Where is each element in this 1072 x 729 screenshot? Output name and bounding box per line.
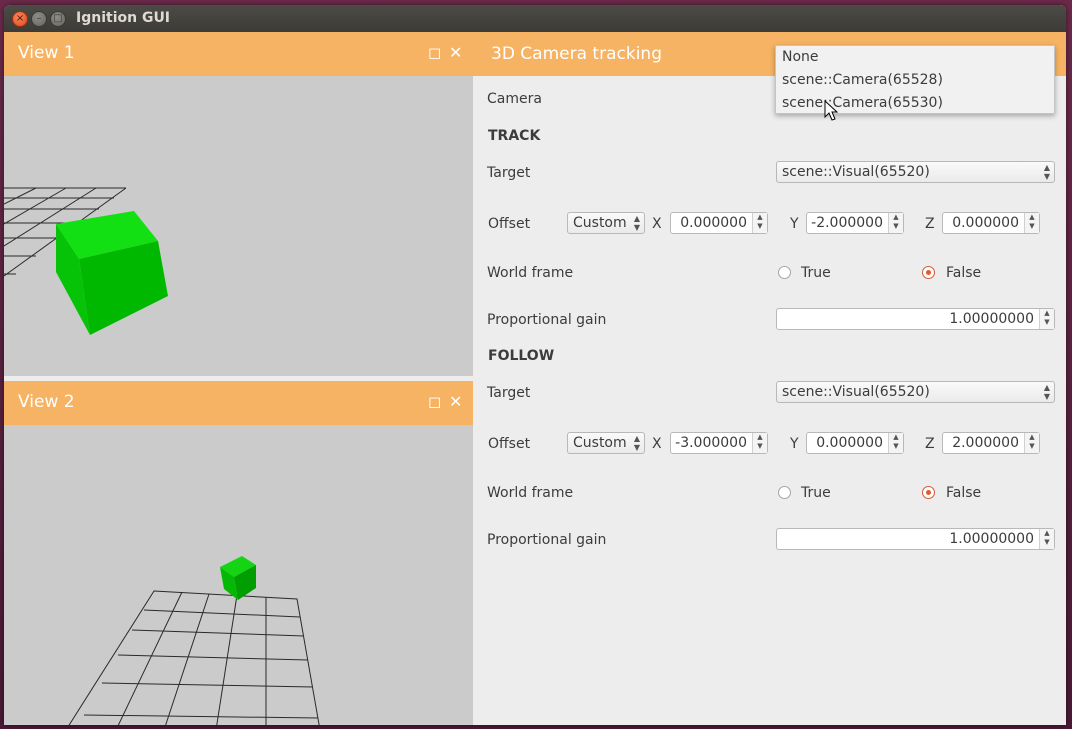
follow-world-frame-label: World frame	[487, 485, 574, 501]
spin-arrows-icon[interactable]: ▲ ▼	[752, 213, 767, 233]
view1-close-icon[interactable]: ✕	[449, 43, 462, 63]
follow-heading: FOLLOW	[488, 348, 555, 364]
follow-target-select[interactable]: scene::Visual(65520) ▲ ▼	[776, 381, 1055, 403]
view2-header: View 2 ◻ ✕	[4, 381, 473, 425]
spin-arrows-icon[interactable]: ▲ ▼	[888, 213, 903, 233]
track-z-spinbox[interactable]: 0.000000 ▲ ▼	[942, 212, 1040, 234]
window-minimize-button[interactable]: –	[31, 11, 47, 27]
track-y-value: -2.000000	[811, 215, 883, 231]
follow-true-label[interactable]: True	[801, 485, 831, 501]
track-y-spinbox[interactable]: -2.000000 ▲ ▼	[806, 212, 904, 234]
camera-option-65528[interactable]: scene::Camera(65528)	[782, 72, 943, 88]
track-heading: TRACK	[488, 128, 541, 144]
green-cube	[56, 211, 168, 335]
track-target-select[interactable]: scene::Visual(65520) ▲ ▼	[776, 161, 1055, 183]
follow-y-spinbox[interactable]: 0.000000 ▲ ▼	[806, 432, 904, 454]
follow-gain-label: Proportional gain	[487, 532, 607, 548]
main-window: × – □ Ignition GUI View 1 ◻ ✕ View 2 ◻ ✕…	[4, 5, 1066, 725]
track-x-spinbox[interactable]: 0.000000 ▲ ▼	[670, 212, 768, 234]
follow-z-label: Z	[925, 436, 935, 452]
track-world-frame-label: World frame	[487, 265, 574, 281]
view2-pane: View 2 ◻ ✕	[4, 381, 473, 725]
combo-arrows-icon: ▲ ▼	[633, 214, 640, 232]
mouse-cursor-icon	[824, 100, 838, 121]
track-world-frame-true-radio[interactable]	[778, 266, 791, 279]
follow-world-frame-false-radio[interactable]	[922, 486, 935, 499]
track-x-label: X	[652, 216, 662, 232]
track-false-label[interactable]: False	[946, 265, 981, 281]
view1-header: View 1 ◻ ✕	[4, 32, 473, 76]
track-y-label: Y	[790, 216, 799, 232]
combo-arrows-icon: ▲ ▼	[1043, 383, 1050, 401]
panel-title: 3D Camera tracking	[491, 44, 662, 64]
title-bar[interactable]: × – □ Ignition GUI	[4, 5, 1066, 32]
follow-world-frame-true-radio[interactable]	[778, 486, 791, 499]
window-maximize-button[interactable]: □	[50, 11, 66, 27]
track-x-value: 0.000000	[680, 215, 747, 231]
window-close-button[interactable]: ×	[12, 11, 28, 27]
follow-x-spinbox[interactable]: -3.000000 ▲ ▼	[670, 432, 768, 454]
follow-x-value: -3.000000	[675, 435, 747, 451]
view2-close-icon[interactable]: ✕	[449, 392, 462, 412]
view1-viewport[interactable]	[4, 76, 473, 376]
spin-arrows-icon[interactable]: ▲ ▼	[1039, 529, 1054, 549]
follow-z-spinbox[interactable]: 2.000000 ▲ ▼	[942, 432, 1040, 454]
follow-gain-value: 1.00000000	[949, 531, 1034, 547]
follow-target-label: Target	[487, 385, 531, 401]
spin-arrows-icon[interactable]: ▲ ▼	[1039, 309, 1054, 329]
follow-z-value: 2.000000	[952, 435, 1019, 451]
follow-x-label: X	[652, 436, 662, 452]
track-z-value: 0.000000	[952, 215, 1019, 231]
view2-viewport[interactable]	[4, 425, 473, 725]
window-title: Ignition GUI	[76, 10, 171, 26]
view2-title: View 2	[18, 392, 75, 412]
spin-arrows-icon[interactable]: ▲ ▼	[888, 433, 903, 453]
follow-y-value: 0.000000	[816, 435, 883, 451]
camera-tracking-panel: 3D Camera tracking Camera TRACK Target s…	[473, 32, 1066, 725]
track-true-label[interactable]: True	[801, 265, 831, 281]
track-gain-value: 1.00000000	[949, 311, 1034, 327]
camera-label: Camera	[487, 91, 542, 107]
combo-arrows-icon: ▲ ▼	[1043, 163, 1050, 181]
track-gain-label: Proportional gain	[487, 312, 607, 328]
camera-option-65530[interactable]: scene::Camera(65530)	[782, 95, 943, 111]
follow-y-label: Y	[790, 436, 799, 452]
spin-arrows-icon[interactable]: ▲ ▼	[752, 433, 767, 453]
track-offset-mode-select[interactable]: Custom ▲ ▼	[567, 212, 645, 234]
view1-title: View 1	[18, 43, 75, 63]
track-offset-label: Offset	[488, 216, 531, 232]
follow-offset-mode-select[interactable]: Custom ▲ ▼	[567, 432, 645, 454]
view1-pane: View 1 ◻ ✕	[4, 32, 473, 376]
camera-dropdown-list[interactable]: None scene::Camera(65528) scene::Camera(…	[775, 45, 1055, 114]
ground-grid	[68, 590, 320, 725]
view1-maximize-icon[interactable]: ◻	[428, 43, 441, 63]
follow-gain-spinbox[interactable]: 1.00000000 ▲ ▼	[776, 528, 1055, 550]
track-gain-spinbox[interactable]: 1.00000000 ▲ ▼	[776, 308, 1055, 330]
track-world-frame-false-radio[interactable]	[922, 266, 935, 279]
green-cube	[220, 556, 256, 600]
track-z-label: Z	[925, 216, 935, 232]
follow-false-label[interactable]: False	[946, 485, 981, 501]
follow-offset-mode-value: Custom	[573, 435, 627, 451]
view2-maximize-icon[interactable]: ◻	[428, 392, 441, 412]
track-offset-mode-value: Custom	[573, 215, 627, 231]
follow-target-value: scene::Visual(65520)	[782, 384, 930, 400]
combo-arrows-icon: ▲ ▼	[633, 434, 640, 452]
track-target-value: scene::Visual(65520)	[782, 164, 930, 180]
follow-offset-label: Offset	[488, 436, 531, 452]
spin-arrows-icon[interactable]: ▲ ▼	[1024, 433, 1039, 453]
track-target-label: Target	[487, 165, 531, 181]
spin-arrows-icon[interactable]: ▲ ▼	[1024, 213, 1039, 233]
camera-option-none[interactable]: None	[782, 49, 819, 65]
